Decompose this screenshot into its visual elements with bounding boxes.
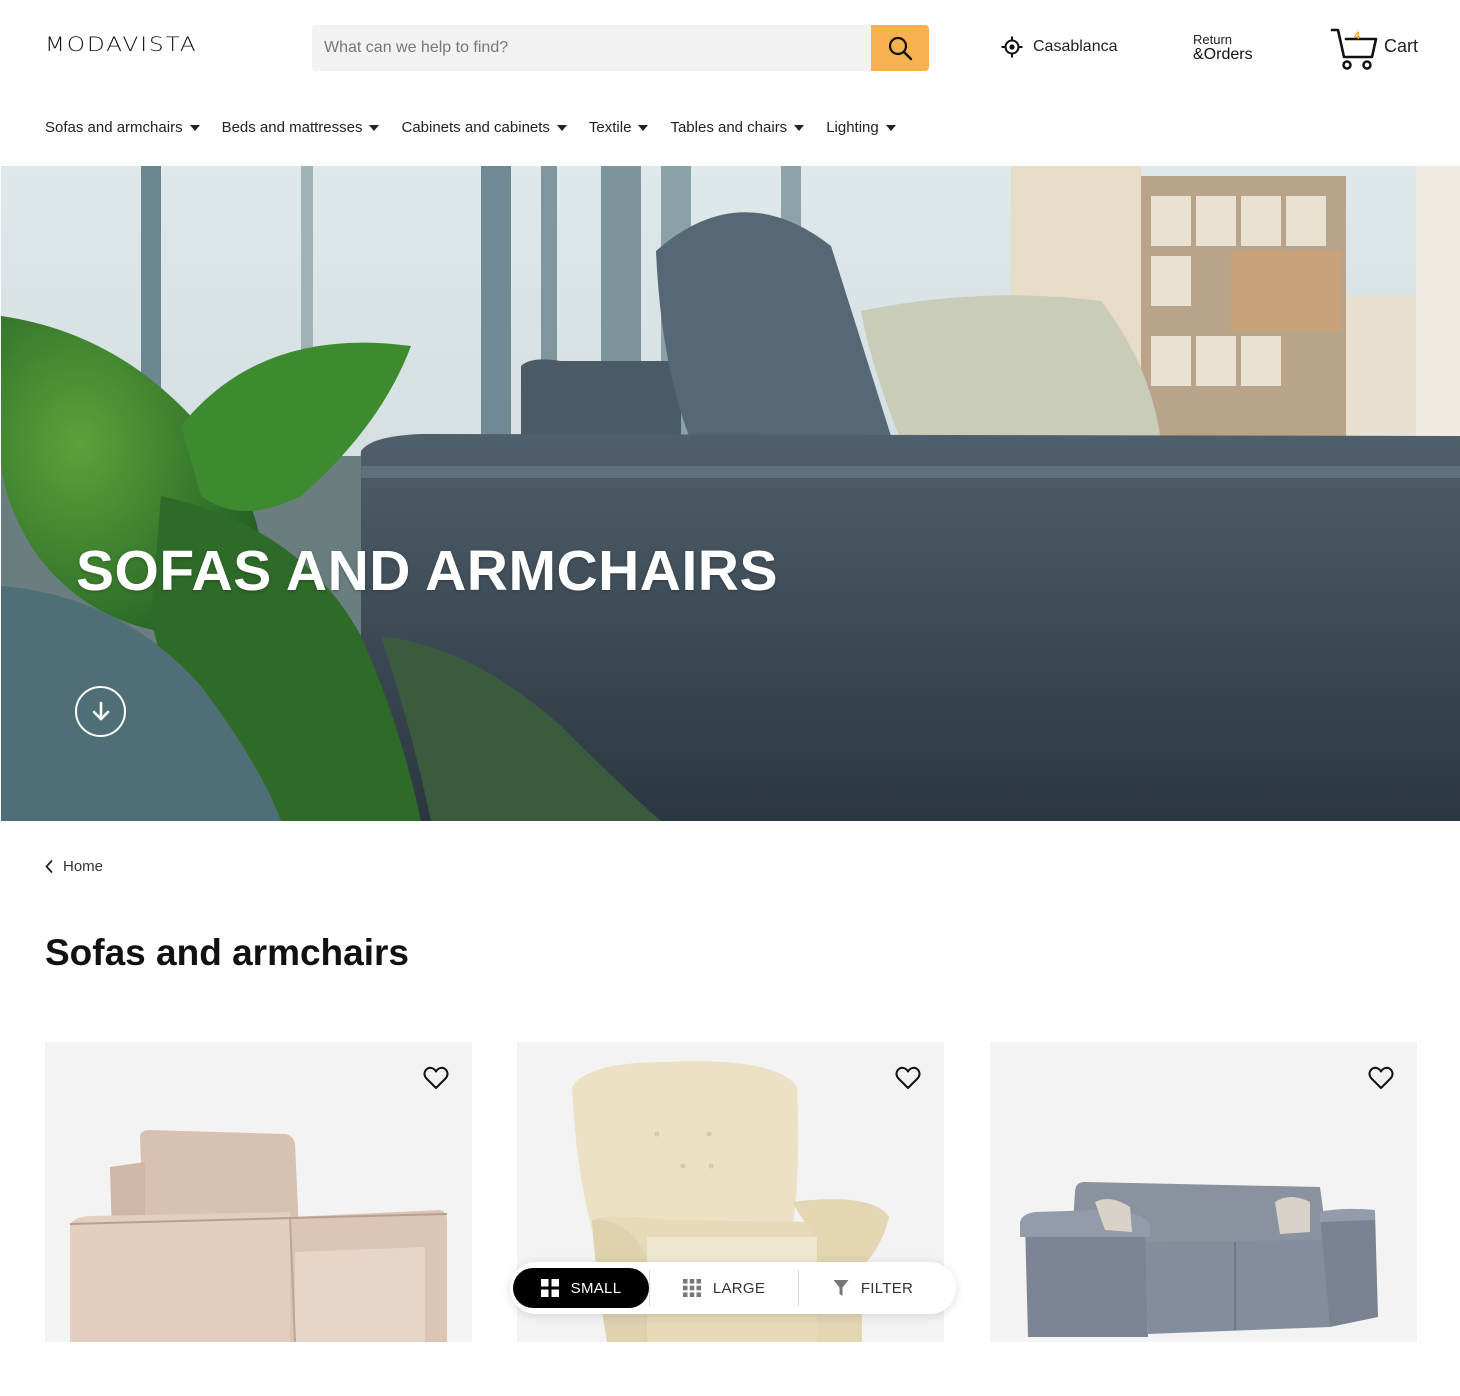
search-button[interactable] [871,25,929,71]
filter-label: FILTER [860,1279,914,1297]
caret-down-icon [794,124,805,131]
armchair-product-image [69,1130,448,1342]
nav-item-label: Lighting [826,119,879,136]
hero-sofa-image [1,166,1460,821]
filter-button[interactable]: FILTER [799,1268,947,1308]
orders-label: &Orders [1193,45,1253,63]
product-card[interactable] [45,1042,472,1342]
caret-down-icon [189,124,200,131]
category-nav: Sofas and armchairs Beds and mattresses … [45,119,918,136]
nav-item-lighting[interactable]: Lighting [826,119,896,136]
location-selector[interactable]: Casablanca [1001,36,1118,58]
search-bar [312,25,929,71]
returns-label: Return [1193,32,1233,47]
location-label: Casablanca [1033,38,1118,55]
search-icon [888,36,913,61]
caret-down-icon [369,124,380,131]
nav-item-beds[interactable]: Beds and mattresses [222,119,380,136]
nav-item-label: Beds and mattresses [221,119,363,136]
hero-banner: SOFAS AND ARMCHAIRS [1,166,1460,821]
page-title: Sofas and armchairs [45,932,409,973]
wishlist-heart-icon[interactable] [1367,1064,1395,1092]
caret-down-icon [556,124,567,131]
hero-title: SOFAS AND ARMCHAIRS [76,539,778,603]
sofa-product-image [1020,1182,1378,1337]
filter-funnel-icon [833,1280,849,1296]
view-toggle-bar: SMALL LARGE FILTER [510,1262,956,1314]
nav-item-label: Cabinets and cabinets [401,119,550,136]
arrow-down-icon [92,701,109,720]
view-large-button[interactable]: LARGE [650,1268,798,1308]
view-small-button[interactable]: SMALL [513,1268,649,1308]
nav-item-label: Sofas and armchairs [45,119,183,136]
grid-small-icon [540,1279,559,1297]
grid-large-icon [682,1279,701,1297]
nav-item-cabinets[interactable]: Cabinets and cabinets [401,119,567,136]
logo[interactable]: MODAVISTA [45,34,198,56]
caret-down-icon [885,124,896,131]
chevron-left-icon [45,860,53,873]
cart-count-badge: 4 [1354,30,1361,42]
nav-item-textile[interactable]: Textile [589,119,649,136]
search-input[interactable] [312,25,871,71]
site-header: MODAVISTA Casablanca Return &Orders [0,0,1460,96]
nav-item-tables[interactable]: Tables and chairs [670,119,805,136]
nav-item-label: Tables and chairs [670,119,788,136]
cart-button[interactable]: 4 Cart [1330,27,1418,71]
view-large-label: LARGE [712,1279,766,1297]
wishlist-heart-icon[interactable] [894,1064,922,1092]
product-card[interactable] [990,1042,1417,1342]
nav-item-label: Textile [588,119,632,136]
scroll-down-button[interactable] [75,686,126,737]
caret-down-icon [638,124,649,131]
breadcrumb[interactable]: Home [45,858,103,875]
nav-item-sofas[interactable]: Sofas and armchairs [45,119,200,136]
view-small-label: SMALL [570,1279,622,1297]
cart-label: Cart [1384,36,1419,56]
breadcrumb-home-label: Home [63,858,104,875]
wishlist-heart-icon[interactable] [422,1064,450,1092]
location-target-icon [1001,36,1023,58]
returns-orders-link[interactable]: Return &Orders [1193,33,1253,63]
